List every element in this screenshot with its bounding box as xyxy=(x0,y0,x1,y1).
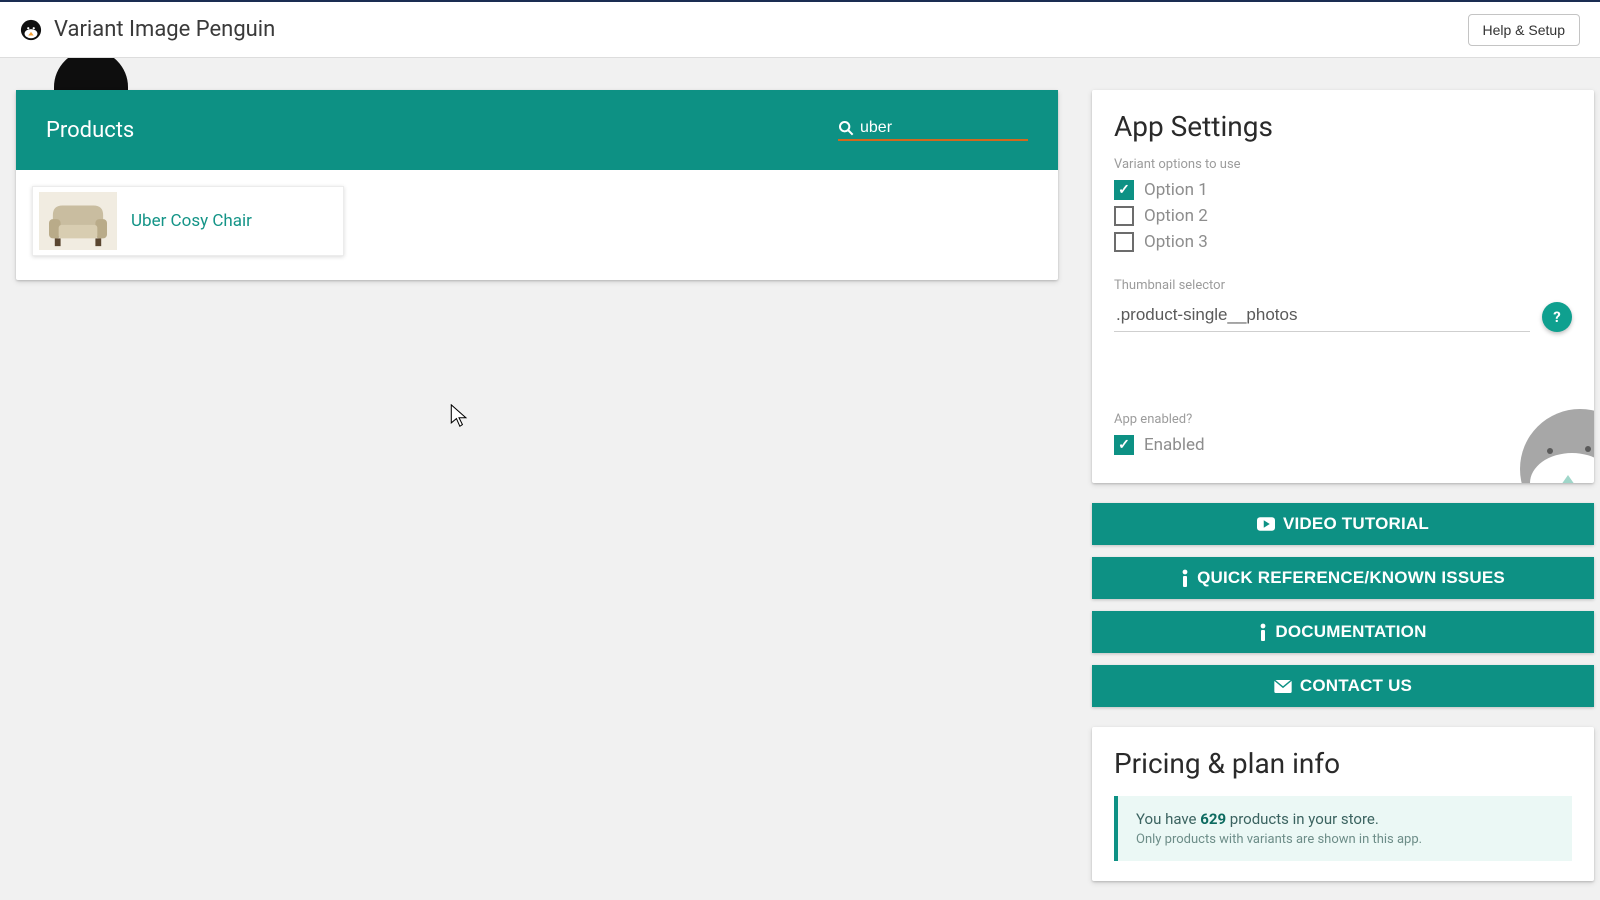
products-panel: Products xyxy=(16,90,1058,280)
app-enabled-section: App enabled? Enabled xyxy=(1114,412,1572,455)
option-row-1[interactable]: Option 1 xyxy=(1114,180,1572,200)
checkbox-option-1[interactable] xyxy=(1114,180,1134,200)
app-logo-icon xyxy=(20,19,42,41)
documentation-button[interactable]: DOCUMENTATION xyxy=(1092,611,1594,653)
products-title: Products xyxy=(46,118,134,143)
help-icon[interactable]: ? xyxy=(1542,302,1572,332)
help-setup-button[interactable]: Help & Setup xyxy=(1468,14,1581,46)
products-list: Uber Cosy Chair xyxy=(16,170,1058,272)
pricing-prefix: You have xyxy=(1136,810,1200,828)
enabled-text: Enabled xyxy=(1144,435,1205,455)
pricing-subtext: Only products with variants are shown in… xyxy=(1136,832,1554,847)
option-1-label: Option 1 xyxy=(1144,180,1208,200)
topbar-left: Variant Image Penguin xyxy=(20,17,275,42)
enabled-row[interactable]: Enabled xyxy=(1114,435,1572,455)
products-header: Products xyxy=(16,90,1058,170)
checkbox-enabled[interactable] xyxy=(1114,435,1134,455)
settings-title: App Settings xyxy=(1114,110,1572,143)
pricing-suffix: products in your store. xyxy=(1226,810,1379,828)
checkbox-option-2[interactable] xyxy=(1114,206,1134,226)
thumbnail-selector-section: Thumbnail selector ? xyxy=(1114,278,1572,332)
app-enabled-label: App enabled? xyxy=(1114,412,1572,427)
variant-options-label: Variant options to use xyxy=(1114,157,1572,172)
video-tutorial-button[interactable]: VIDEO TUTORIAL xyxy=(1092,503,1594,545)
search-icon xyxy=(838,120,854,136)
search-field[interactable] xyxy=(838,119,1028,141)
documentation-label: DOCUMENTATION xyxy=(1275,622,1426,642)
quick-reference-button[interactable]: QUICK REFERENCE/KNOWN ISSUES xyxy=(1092,557,1594,599)
settings-panel: App Settings Variant options to use Opti… xyxy=(1092,90,1594,483)
search-input[interactable] xyxy=(860,119,1028,137)
content: Products xyxy=(0,58,1600,881)
video-icon xyxy=(1257,517,1275,531)
mouse-cursor-icon xyxy=(450,404,468,428)
main-column: Products xyxy=(16,90,1058,280)
viewport: Products xyxy=(0,58,1600,900)
app-title: Variant Image Penguin xyxy=(54,17,275,42)
info-icon xyxy=(1259,623,1267,641)
mail-icon xyxy=(1274,680,1292,693)
thumbnail-selector-label: Thumbnail selector xyxy=(1114,278,1572,293)
pricing-title: Pricing & plan info xyxy=(1114,747,1572,780)
product-card[interactable]: Uber Cosy Chair xyxy=(32,186,344,256)
option-3-label: Option 3 xyxy=(1144,232,1208,252)
quick-reference-label: QUICK REFERENCE/KNOWN ISSUES xyxy=(1197,568,1505,588)
contact-us-button[interactable]: CONTACT US xyxy=(1092,665,1594,707)
topbar: Variant Image Penguin Help & Setup xyxy=(0,2,1600,58)
option-2-label: Option 2 xyxy=(1144,206,1208,226)
option-row-2[interactable]: Option 2 xyxy=(1114,206,1572,226)
product-name: Uber Cosy Chair xyxy=(131,211,252,231)
video-tutorial-label: VIDEO TUTORIAL xyxy=(1283,514,1429,534)
info-icon xyxy=(1181,569,1189,587)
option-row-3[interactable]: Option 3 xyxy=(1114,232,1572,252)
thumbnail-selector-input[interactable] xyxy=(1114,301,1530,332)
checkbox-option-3[interactable] xyxy=(1114,232,1134,252)
pricing-notice: You have 629 products in your store. Onl… xyxy=(1114,796,1572,861)
pricing-panel: Pricing & plan info You have 629 product… xyxy=(1092,727,1594,881)
product-thumb xyxy=(39,192,117,250)
side-column: App Settings Variant options to use Opti… xyxy=(1092,90,1594,881)
contact-us-label: CONTACT US xyxy=(1300,676,1412,696)
pricing-count: 629 xyxy=(1200,810,1226,828)
penguin-corner-icon xyxy=(1510,399,1594,483)
